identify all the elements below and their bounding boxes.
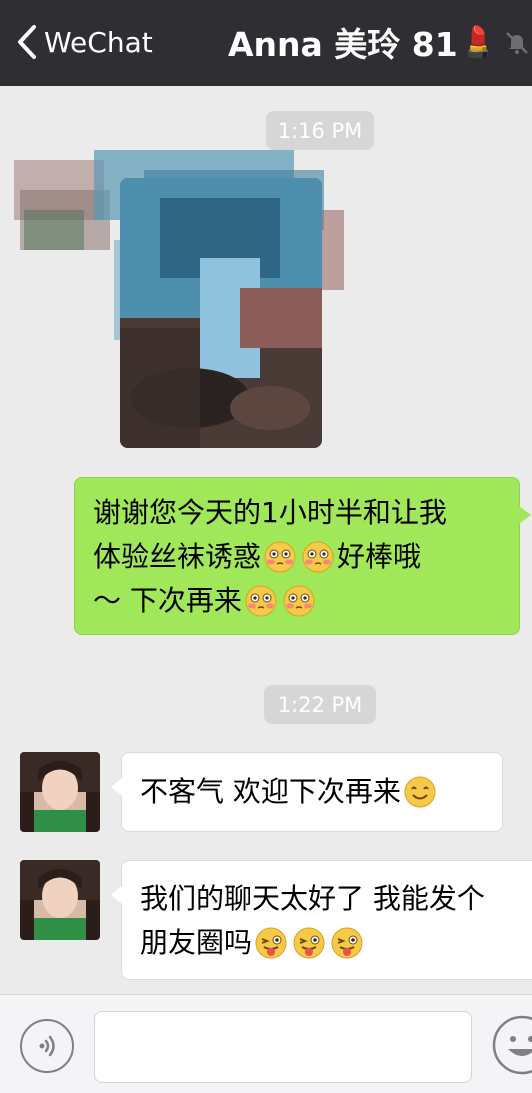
photo-content	[120, 178, 322, 448]
back-button[interactable]: WeChat	[14, 20, 153, 64]
bell-muted-icon	[506, 32, 528, 54]
tongue-wink-emoji	[254, 926, 288, 960]
chat-title: Anna 美玲 81 💄	[228, 20, 498, 65]
contact-name: Anna 美玲 81	[228, 25, 458, 64]
timestamp: 1:16 PM	[266, 111, 374, 150]
emoji-face-icon	[492, 1015, 532, 1075]
message-text: 好棒哦	[337, 540, 422, 573]
message-line: 体验丝袜诱惑 好棒哦	[93, 535, 501, 579]
message-text: 体验丝袜诱惑	[93, 540, 262, 573]
message-line: 谢谢您今天的1小时半和让我	[93, 491, 501, 535]
message-text: 不客气 欢迎下次再来	[140, 775, 401, 808]
voice-icon	[39, 1035, 55, 1057]
chevron-left-icon	[18, 25, 36, 59]
shy-face-emoji	[282, 584, 316, 618]
timestamp-text: 1:22 PM	[277, 692, 363, 717]
photo-thumbnail[interactable]	[120, 178, 322, 448]
message-input[interactable]	[94, 1011, 472, 1083]
lipstick-icon: 💄	[459, 24, 498, 60]
message-text: ～ 下次再来	[93, 584, 242, 617]
contact-avatar[interactable]	[20, 752, 100, 832]
shy-face-emoji	[244, 584, 278, 618]
navigation-bar: WeChat Anna 美玲 81 💄	[0, 0, 532, 86]
avatar-photo	[20, 752, 100, 832]
sent-message-bubble[interactable]: 谢谢您今天的1小时半和让我 体验丝袜诱惑 好棒哦 ～ 下次再来	[74, 477, 531, 635]
chat-screen: WeChat Anna 美玲 81 💄 1:16 PM 谢谢您今天的1小时半和让…	[0, 0, 532, 1093]
received-message-bubble[interactable]: 我们的聊天太好了 我能发个 朋友圈吗	[111, 860, 532, 980]
smile-emoji	[403, 775, 437, 809]
input-bar	[0, 994, 532, 1093]
shy-face-emoji	[263, 540, 297, 574]
shy-face-emoji	[301, 540, 335, 574]
message-line: 朋友圈吗	[140, 921, 532, 965]
message-line: 不客气 欢迎下次再来	[140, 770, 484, 814]
message-line: 我们的聊天太好了 我能发个	[140, 877, 532, 921]
tongue-wink-emoji	[292, 926, 326, 960]
message-text: 朋友圈吗	[140, 926, 253, 959]
received-message-bubble[interactable]: 不客气 欢迎下次再来	[111, 752, 503, 832]
image-message	[14, 150, 350, 450]
tongue-wink-emoji	[330, 926, 364, 960]
contact-avatar[interactable]	[20, 860, 100, 940]
timestamp: 1:22 PM	[264, 685, 376, 724]
avatar-photo	[20, 860, 100, 940]
voice-button[interactable]	[20, 1019, 74, 1073]
message-text: 我们的聊天太好了 我能发个	[140, 882, 485, 915]
back-label: WeChat	[44, 25, 153, 59]
timestamp-text: 1:16 PM	[277, 118, 363, 143]
emoji-button[interactable]	[490, 1013, 532, 1077]
message-text: 谢谢您今天的1小时半和让我	[93, 496, 447, 529]
message-line: ～ 下次再来	[93, 579, 501, 623]
